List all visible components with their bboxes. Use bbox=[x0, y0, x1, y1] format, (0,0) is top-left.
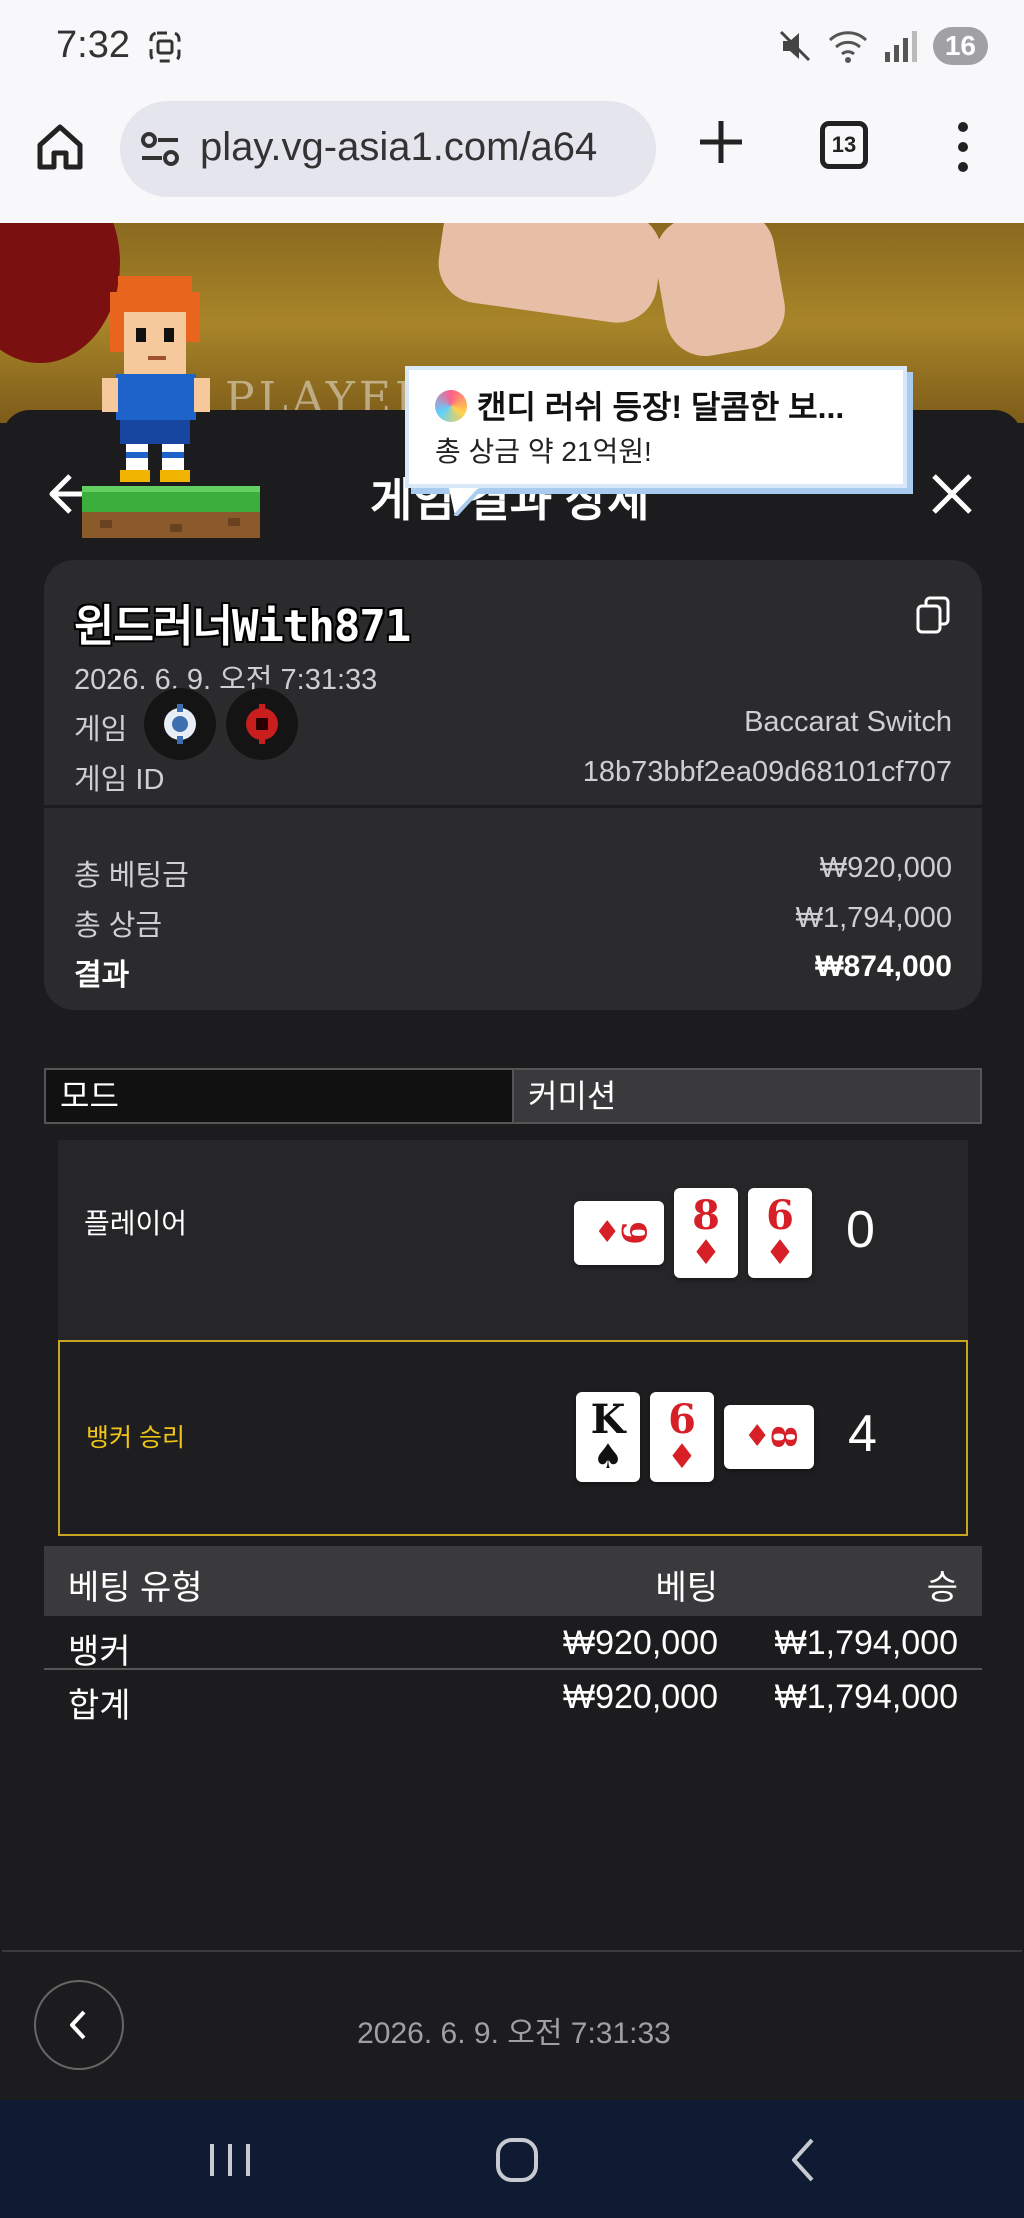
card-rank: 8 bbox=[692, 1192, 720, 1239]
site-settings-icon[interactable] bbox=[140, 131, 180, 167]
card-rank: 8 bbox=[762, 1425, 803, 1449]
player-label: 플레이어 bbox=[84, 1208, 188, 1239]
mute-icon bbox=[779, 30, 810, 62]
home-nav-icon[interactable] bbox=[487, 2136, 547, 2184]
promo-banner[interactable]: 캔디 러쉬 등장! 달콤한 보... 총 상금 약 21억원! bbox=[405, 366, 907, 516]
mode-label: 모드 bbox=[46, 1070, 514, 1122]
card-suit-icon: ♦ bbox=[764, 1233, 796, 1273]
dealer-hand-left bbox=[433, 223, 667, 328]
header-bet-type: 베팅 유형 bbox=[68, 1569, 203, 1607]
playing-card: K ♠ bbox=[576, 1392, 640, 1482]
browser-toolbar: play.vg-asia1.com/a64 13 bbox=[0, 95, 1024, 223]
total-bet-cell: ₩920,000 bbox=[563, 1678, 718, 1716]
game-chip-icon-blue bbox=[144, 688, 216, 760]
total-label-cell: 합계 bbox=[68, 1687, 131, 1725]
address-bar[interactable]: play.vg-asia1.com/a64 bbox=[120, 101, 656, 197]
player-score: 0 bbox=[846, 1201, 875, 1259]
blue-chip-icon bbox=[164, 704, 196, 744]
playing-card: 8 ♦ bbox=[674, 1188, 738, 1278]
card-rank: K bbox=[590, 1396, 626, 1443]
status-bar: 7:32 16 bbox=[0, 0, 1024, 95]
playing-card: 6 ♦ bbox=[650, 1392, 714, 1482]
total-win-label: 총 상금 bbox=[74, 910, 163, 942]
more-menu-icon[interactable] bbox=[948, 119, 978, 175]
game-id-value: 18b73bbf2ea09d68101cf707 bbox=[582, 756, 952, 788]
round-result-panel: 플레이어 ♦ 9 8 ♦ 6 ♦ 0 뱅커 승리 K ♠ 6 ♦ ♦ 8 4 bbox=[58, 1140, 968, 1536]
playing-card: 6 ♦ bbox=[748, 1188, 812, 1278]
header-bet: 베팅 bbox=[655, 1569, 718, 1607]
card-suit-icon: ♠ bbox=[592, 1437, 624, 1477]
result-value: ₩874,000 bbox=[815, 950, 952, 983]
commission-label: 커미션 bbox=[514, 1070, 980, 1122]
total-win-value: ₩1,794,000 bbox=[795, 902, 952, 934]
close-icon[interactable] bbox=[928, 470, 976, 518]
back-nav-icon[interactable] bbox=[774, 2136, 834, 2184]
game-id-label: 게임 ID bbox=[74, 764, 165, 796]
bet-table: 베팅 유형 베팅 승 뱅커 ₩920,000 ₩1,794,000 합계 ₩92… bbox=[44, 1546, 982, 1725]
wifi-icon bbox=[828, 31, 867, 63]
new-tab-icon[interactable] bbox=[696, 117, 746, 167]
promo-title-text: 캔디 러쉬 등장! 달콤한 보... bbox=[477, 389, 845, 425]
player-row: 플레이어 ♦ 9 8 ♦ 6 ♦ 0 bbox=[58, 1140, 968, 1336]
battery-level: 16 bbox=[932, 27, 988, 65]
recent-apps-icon[interactable] bbox=[200, 2136, 260, 2184]
result-label: 결과 bbox=[74, 959, 130, 992]
card-divider bbox=[44, 805, 982, 808]
footer-datetime: 2026. 6. 9. 오전 7:31:33 bbox=[357, 2017, 671, 2050]
card-suit-icon: ♦ bbox=[666, 1437, 698, 1477]
total-win-cell: ₩1,794,000 bbox=[774, 1678, 958, 1716]
header-win: 승 bbox=[926, 1569, 958, 1607]
dealer-hand-right bbox=[648, 223, 792, 363]
status-time: 7:32 bbox=[56, 24, 130, 66]
footer-divider bbox=[2, 1950, 1022, 1952]
home-icon[interactable] bbox=[34, 121, 86, 173]
card-rank: 6 bbox=[668, 1396, 696, 1443]
game-name-value: Baccarat Switch bbox=[744, 706, 952, 738]
total-bet-value: ₩920,000 bbox=[819, 852, 952, 884]
game-result-modal: 게임 결과 상세 윈드러너With871 2026. 6. 9. 오전 7:31… bbox=[2, 410, 1022, 2100]
signal-icon bbox=[884, 31, 917, 62]
status-icons: 16 bbox=[777, 24, 988, 68]
user-id: 윈드러너With871 bbox=[74, 601, 411, 652]
bet-amount-cell: ₩920,000 bbox=[563, 1624, 718, 1662]
tab-switcher-button[interactable]: 13 bbox=[820, 121, 868, 169]
card-rank: 6 bbox=[766, 1192, 794, 1239]
lollipop-icon bbox=[435, 390, 467, 422]
banker-win-label: 뱅커 승리 bbox=[86, 1424, 185, 1452]
table-total-row: 합계 ₩920,000 ₩1,794,000 bbox=[44, 1670, 982, 1725]
screen-record-icon bbox=[149, 31, 181, 63]
system-nav-bar bbox=[0, 2100, 1024, 2218]
playing-card: ♦ 8 bbox=[724, 1405, 814, 1469]
url-text[interactable]: play.vg-asia1.com/a64 bbox=[200, 125, 597, 170]
bubble-tail bbox=[449, 488, 479, 516]
playing-card: ♦ 9 bbox=[574, 1201, 664, 1265]
card-rank: 9 bbox=[612, 1221, 653, 1245]
bet-table-header: 베팅 유형 베팅 승 bbox=[44, 1546, 982, 1616]
total-bet-label: 총 베팅금 bbox=[74, 860, 189, 892]
mode-tabs: 모드 커미션 bbox=[44, 1068, 982, 1124]
bet-type-cell: 뱅커 bbox=[68, 1633, 131, 1671]
table-row: 뱅커 ₩920,000 ₩1,794,000 bbox=[44, 1616, 982, 1671]
banker-row: 뱅커 승리 K ♠ 6 ♦ ♦ 8 4 bbox=[58, 1340, 968, 1536]
game-info-card: 윈드러너With871 2026. 6. 9. 오전 7:31:33 게임 Ba… bbox=[44, 560, 982, 1010]
game-label: 게임 bbox=[74, 714, 128, 746]
win-amount-cell: ₩1,794,000 bbox=[774, 1624, 958, 1662]
card-suit-icon: ♦ bbox=[690, 1233, 722, 1273]
game-chip-icon-red bbox=[226, 688, 298, 760]
copy-icon[interactable] bbox=[916, 596, 950, 634]
red-chip-icon bbox=[246, 704, 278, 744]
pixel-mascot-icon bbox=[82, 276, 260, 538]
promo-subtitle: 총 상금 약 21억원! bbox=[435, 436, 652, 467]
promo-title: 캔디 러쉬 등장! 달콤한 보... bbox=[435, 382, 844, 428]
banker-score: 4 bbox=[848, 1405, 877, 1463]
